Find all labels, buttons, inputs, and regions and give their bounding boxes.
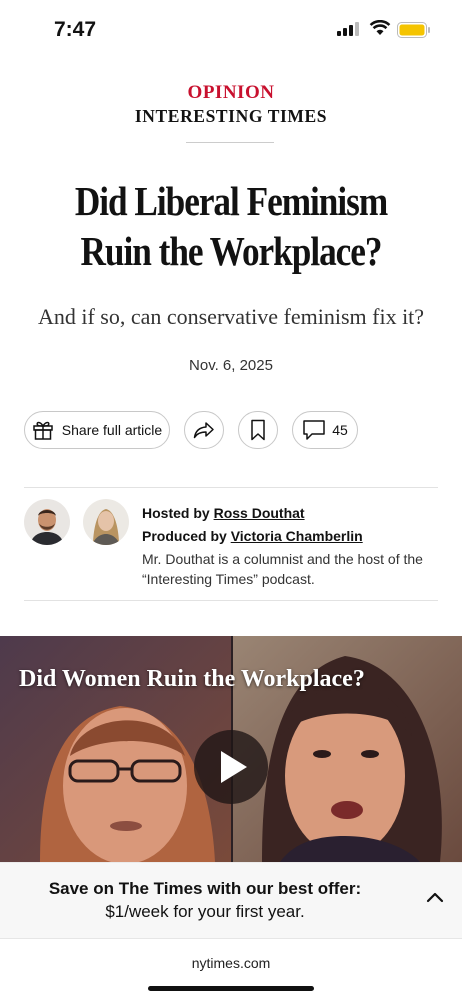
browser-bottom-bar: nytimes.com (0, 938, 462, 1001)
gift-icon (33, 421, 53, 440)
bookmark-icon (251, 419, 265, 441)
video-player[interactable]: Did Women Ruin the Workplace? (0, 636, 462, 862)
podcast-credits: Hosted by Ross Douthat Produced by Victo… (142, 502, 442, 589)
host-line: Hosted by Ross Douthat (142, 502, 442, 525)
divider (24, 600, 438, 601)
producer-line: Produced by Victoria Chamberlin (142, 525, 442, 548)
share-icon (193, 422, 214, 439)
headline-line: Did Liberal Feminism (74, 178, 388, 224)
host-avatar (24, 499, 70, 545)
url-domain[interactable]: nytimes.com (0, 955, 462, 971)
host-name-link[interactable]: Ross Douthat (214, 505, 305, 521)
share-full-article-button[interactable]: Share full article (24, 411, 170, 449)
publish-date: Nov. 6, 2025 (189, 357, 273, 374)
producer-name-link[interactable]: Victoria Chamberlin (231, 528, 363, 544)
offer-details: $1/week for your first year. (105, 902, 305, 921)
hosted-label: Hosted by (142, 505, 210, 521)
comments-button[interactable]: 45 (292, 411, 358, 449)
home-indicator[interactable] (148, 986, 314, 991)
play-icon (221, 751, 247, 783)
comment-icon (303, 420, 325, 440)
battery-icon (397, 22, 430, 38)
chevron-up-icon[interactable] (426, 891, 444, 903)
comment-count: 45 (332, 422, 348, 438)
signal-icon (337, 22, 359, 36)
save-bookmark-button[interactable] (238, 411, 278, 449)
status-time: 7:47 (54, 18, 97, 41)
series-name[interactable]: INTERESTING TIMES (0, 106, 462, 127)
section-kicker[interactable]: OPINION (0, 82, 462, 104)
host-bio: Mr. Douthat is a columnist and the host … (142, 551, 423, 587)
divider (24, 487, 438, 488)
play-button[interactable] (194, 730, 268, 804)
produced-label: Produced by (142, 528, 227, 544)
subscription-offer-banner[interactable]: Save on The Times with our best offer: $… (0, 862, 462, 939)
producer-avatar (83, 499, 129, 545)
offer-headline: Save on The Times with our best offer: (48, 879, 362, 898)
status-bar: 7:47 (0, 0, 462, 60)
headline-line: Ruin the Workplace? (80, 228, 382, 274)
video-title: Did Women Ruin the Workplace? (19, 666, 365, 692)
article-dek: And if so, can conservative feminism fix… (37, 304, 425, 329)
share-button[interactable] (184, 411, 224, 449)
divider (186, 142, 274, 143)
share-full-article-label: Share full article (61, 422, 163, 438)
article-headline: Did Liberal Feminism Ruin the Workplace? (32, 176, 429, 276)
wifi-icon (369, 20, 391, 35)
